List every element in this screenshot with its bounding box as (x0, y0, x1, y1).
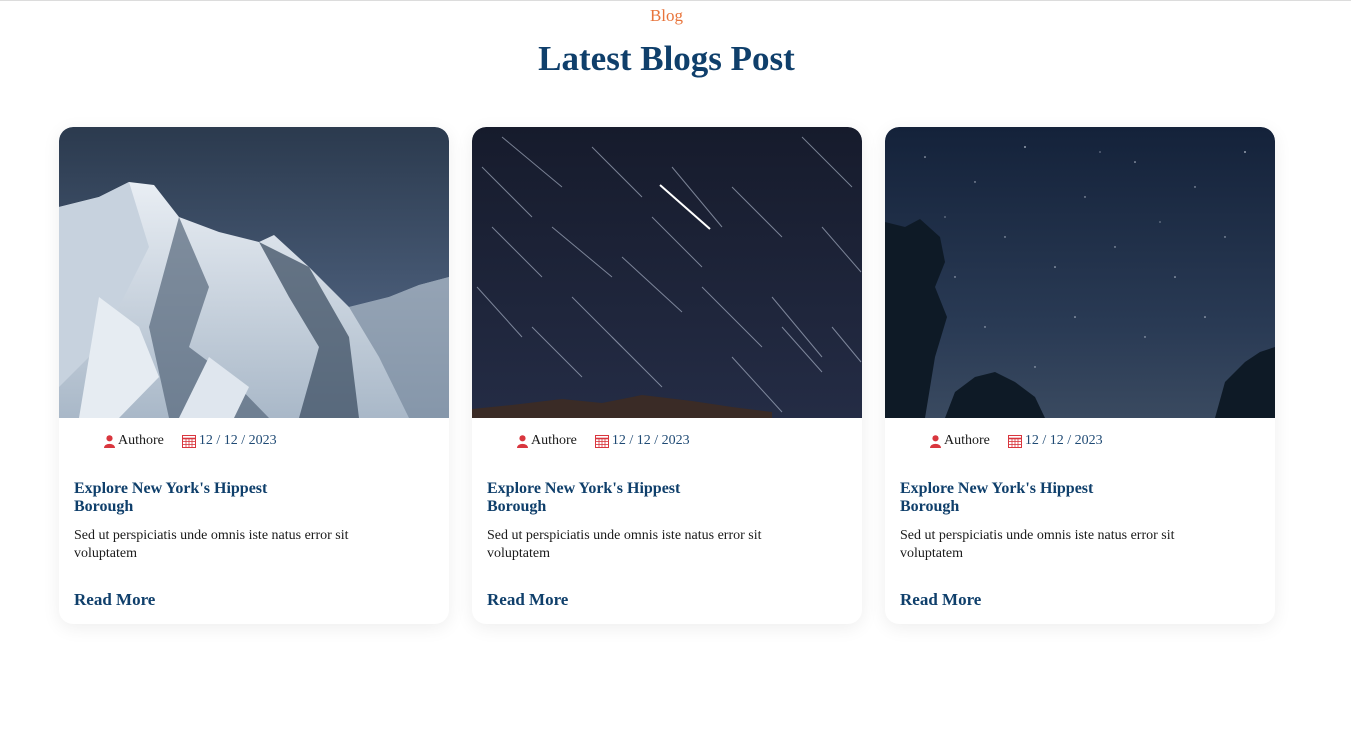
blog-card: Authore 12 / 12 / 2023 Explore New York'… (472, 127, 862, 624)
post-date: 12 / 12 / 2023 (181, 433, 277, 449)
section-heading: Latest Blogs Post (538, 39, 795, 78)
post-description: Sed ut perspiciatis unde omnis iste natu… (74, 528, 349, 561)
post-description: Sed ut perspiciatis unde omnis iste natu… (900, 528, 1175, 561)
user-icon (517, 434, 528, 448)
read-more-link[interactable]: Read More (74, 590, 155, 610)
blog-card-list: Authore 12 / 12 / 2023 Explore New York'… (59, 127, 1275, 624)
user-icon (104, 434, 115, 448)
post-date: 12 / 12 / 2023 (594, 433, 690, 449)
date-text: 12 / 12 / 2023 (1024, 433, 1103, 448)
read-more-link[interactable]: Read More (487, 590, 568, 610)
snowy-mountain-image[interactable] (59, 127, 449, 418)
calendar-icon (181, 435, 196, 448)
post-meta: Authore 12 / 12 / 2023 (104, 433, 277, 449)
date-text: 12 / 12 / 2023 (198, 433, 277, 448)
post-meta: Authore 12 / 12 / 2023 (930, 433, 1103, 449)
calendar-icon (1007, 435, 1022, 448)
post-meta: Authore 12 / 12 / 2023 (517, 433, 690, 449)
section-eyebrow: Blog (649, 6, 684, 25)
post-title[interactable]: Explore New York's Hippest Borough (900, 480, 1130, 516)
author-name: Authore (118, 433, 164, 448)
post-author[interactable]: Authore (930, 433, 990, 449)
post-date: 12 / 12 / 2023 (1007, 433, 1103, 449)
author-name: Authore (944, 433, 990, 448)
star-trails-image[interactable] (472, 127, 862, 418)
date-text: 12 / 12 / 2023 (611, 433, 690, 448)
post-description: Sed ut perspiciatis unde omnis iste natu… (487, 528, 762, 561)
post-author[interactable]: Authore (517, 433, 577, 449)
blog-card: Authore 12 / 12 / 2023 Explore New York'… (59, 127, 449, 624)
calendar-icon (594, 435, 609, 448)
post-author[interactable]: Authore (104, 433, 164, 449)
post-title[interactable]: Explore New York's Hippest Borough (74, 480, 304, 516)
top-divider (0, 0, 1351, 1)
blog-card: Authore 12 / 12 / 2023 Explore New York'… (885, 127, 1275, 624)
read-more-link[interactable]: Read More (900, 590, 981, 610)
post-title[interactable]: Explore New York's Hippest Borough (487, 480, 717, 516)
author-name: Authore (531, 433, 577, 448)
starry-night-trees-image[interactable] (885, 127, 1275, 418)
user-icon (930, 434, 941, 448)
